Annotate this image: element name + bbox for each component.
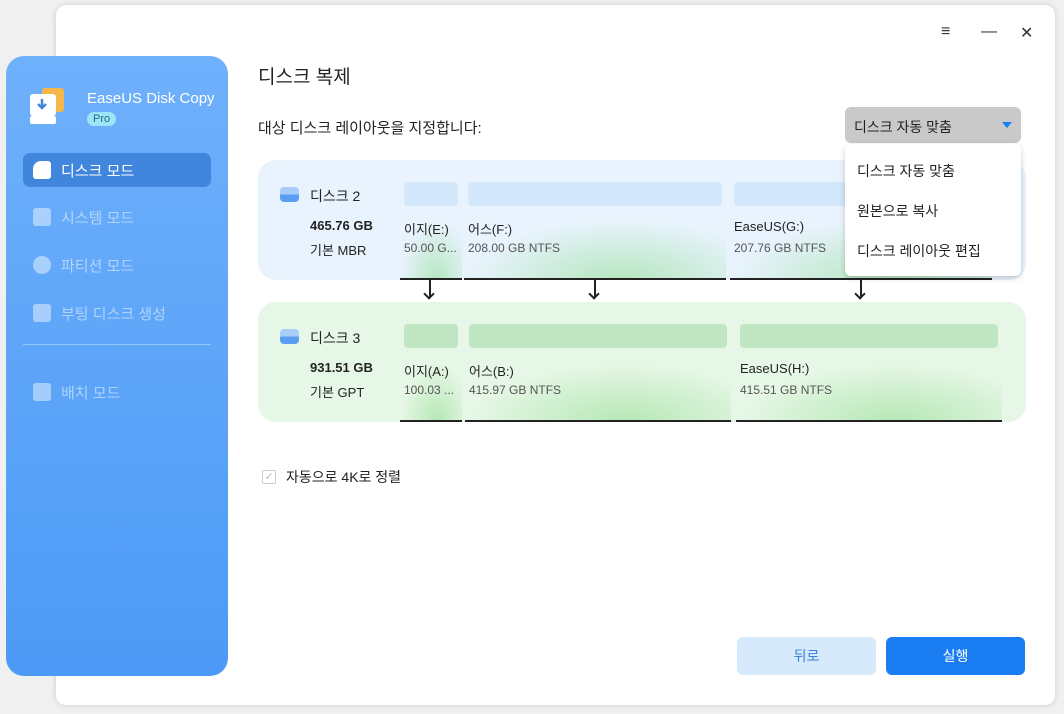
disk-type: 기본 GPT — [310, 385, 365, 400]
partition-name: 어스(F:) — [468, 222, 513, 237]
close-icon[interactable]: ✕ — [1020, 23, 1033, 43]
partition-info: 100.03 ... — [404, 383, 455, 397]
partition-info: 207.76 GB NTFS — [734, 241, 827, 255]
disk-size: 931.51 GB — [310, 360, 373, 375]
disk-type: 기본 MBR — [310, 243, 367, 258]
partition-bar — [468, 182, 722, 206]
sidebar: EaseUS Disk Copy Pro 디스크 모드 시스템 모드 파티션 모… — [6, 56, 228, 676]
sidebar-item-label: 시스템 모드 — [61, 209, 135, 227]
partition-bar — [740, 324, 998, 348]
partition-underline — [400, 278, 462, 280]
disk-name: 디스크 3 — [310, 330, 361, 346]
disk-name: 디스크 2 — [310, 188, 361, 204]
layout-dropdown-menu: 디스크 자동 맞춤 원본으로 복사 디스크 레이아웃 편집 — [845, 144, 1021, 276]
sidebar-item-partition-mode[interactable]: 파티션 모드 — [23, 248, 211, 282]
boot-disk-icon — [33, 304, 51, 322]
partition[interactable]: 어스(F:) 208.00 GB NTFS — [464, 160, 726, 280]
partition[interactable]: 이지(E:) 50.00 G... — [400, 160, 462, 280]
disk-icon — [33, 161, 51, 179]
app-logo-icon — [30, 88, 64, 124]
arrow-down-icon — [594, 280, 596, 298]
page-title: 디스크 복제 — [258, 67, 351, 88]
sidebar-item-batch-mode[interactable]: 배치 모드 — [23, 375, 211, 409]
menu-icon[interactable]: ≡ — [941, 23, 950, 41]
sidebar-item-system-mode[interactable]: 시스템 모드 — [23, 200, 211, 234]
sidebar-item-label: 배치 모드 — [61, 384, 121, 402]
target-disk-card: 디스크 3 931.51 GB 기본 GPT 이지(A:) 100.03 ... … — [258, 302, 1026, 422]
menu-item-copy-as-source[interactable]: 원본으로 복사 — [845, 184, 1021, 224]
app-name: EaseUS Disk Copy — [87, 90, 215, 107]
partition-underline — [465, 420, 731, 422]
grid-icon — [33, 383, 51, 401]
disk-size: 465.76 GB — [310, 218, 373, 233]
minimize-icon[interactable]: — — [981, 23, 997, 41]
layout-label: 대상 디스크 레이아웃을 지정합니다: — [258, 120, 482, 137]
partition-underline — [736, 420, 1002, 422]
partition-name: 어스(B:) — [469, 364, 514, 379]
arrow-down-icon — [860, 280, 862, 298]
checkbox-label: 자동으로 4K로 정렬 — [286, 469, 402, 485]
partition-underline — [400, 420, 462, 422]
sidebar-item-disk-mode[interactable]: 디스크 모드 — [23, 153, 211, 187]
partition-info: 50.00 G... — [404, 241, 457, 255]
caret-down-icon — [1002, 122, 1012, 128]
partition-name: 이지(E:) — [404, 222, 449, 237]
run-button[interactable]: 실행 — [886, 637, 1025, 675]
sidebar-divider — [23, 344, 211, 345]
pro-badge: Pro — [87, 112, 117, 126]
partition-info: 415.97 GB NTFS — [469, 383, 562, 397]
sidebar-item-label: 부팅 디스크 생성 — [61, 305, 166, 323]
partition[interactable]: 이지(A:) 100.03 ... — [400, 302, 462, 422]
sidebar-item-label: 파티션 모드 — [61, 257, 135, 275]
partition-name: 이지(A:) — [404, 364, 449, 379]
checkmark-icon: ✓ — [262, 470, 276, 484]
layout-dropdown[interactable]: 디스크 자동 맞춤 — [845, 107, 1021, 143]
partition[interactable]: EaseUS(H:) 415.51 GB NTFS — [736, 302, 1002, 422]
disk-drive-icon — [280, 329, 299, 344]
partition-bar — [404, 182, 458, 206]
partition-info: 208.00 GB NTFS — [468, 241, 561, 255]
disk-drive-icon — [280, 187, 299, 202]
partition-name: EaseUS(H:) — [740, 361, 810, 376]
dropdown-value: 디스크 자동 맞춤 — [854, 119, 952, 135]
sidebar-item-boot-disk[interactable]: 부팅 디스크 생성 — [23, 296, 211, 330]
sidebar-item-label: 디스크 모드 — [61, 162, 135, 180]
partition[interactable]: 어스(B:) 415.97 GB NTFS — [465, 302, 731, 422]
menu-item-auto-fit[interactable]: 디스크 자동 맞춤 — [845, 144, 1021, 184]
align-4k-checkbox[interactable]: ✓ 자동으로 4K로 정렬 — [262, 467, 401, 487]
partition-info: 415.51 GB NTFS — [740, 383, 833, 397]
arrow-down-icon — [429, 280, 431, 298]
back-button[interactable]: 뒤로 — [737, 637, 876, 675]
partition-bar — [469, 324, 727, 348]
partition-bar — [404, 324, 458, 348]
windows-icon — [33, 208, 51, 226]
menu-item-edit-layout[interactable]: 디스크 레이아웃 편집 — [845, 224, 1021, 264]
pie-chart-icon — [33, 256, 51, 274]
partition-name: EaseUS(G:) — [734, 219, 805, 234]
